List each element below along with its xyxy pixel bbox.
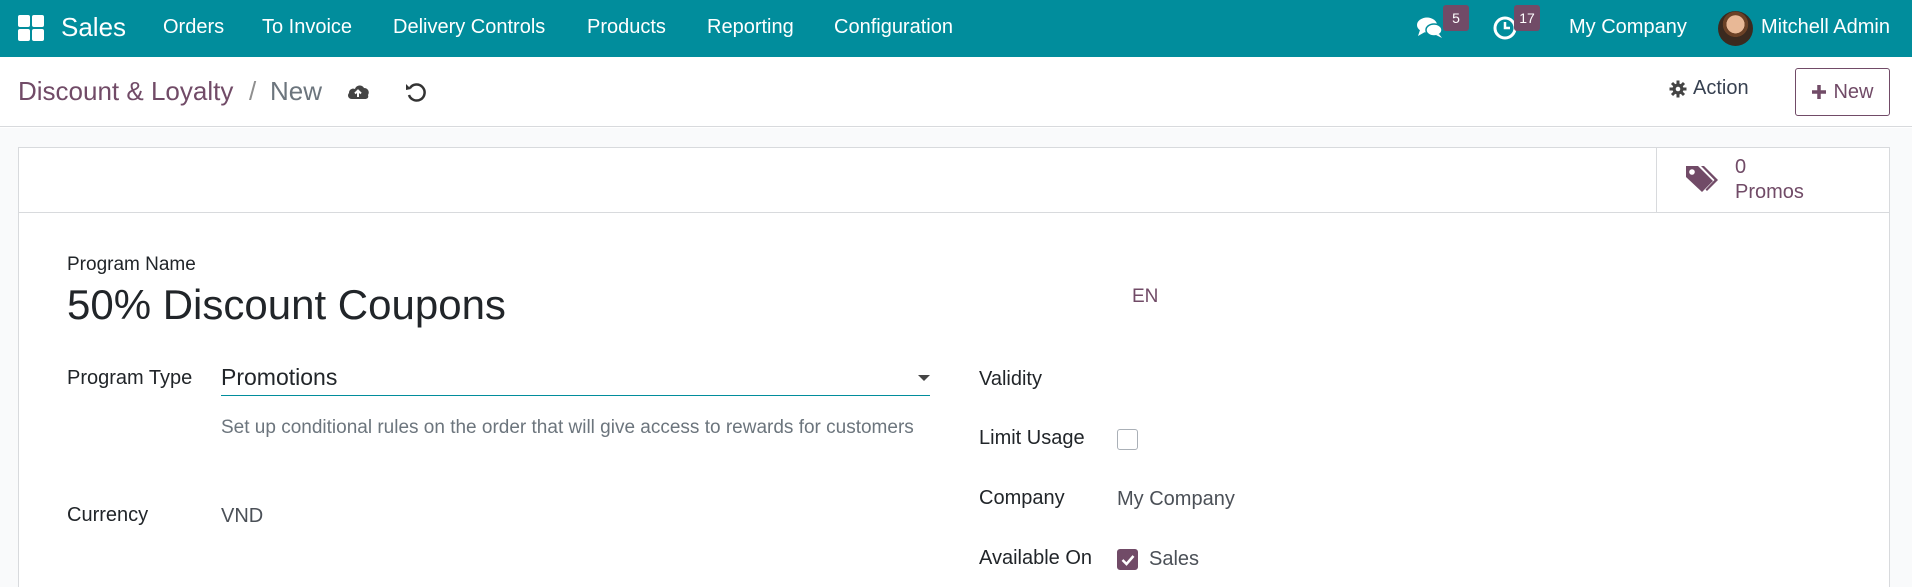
control-panel: Discount & Loyalty / New Action New	[0, 57, 1912, 127]
program-type-value: Promotions	[221, 364, 338, 390]
program-type-label: Program Type	[67, 367, 193, 389]
program-type-select[interactable]: Promotions	[221, 360, 930, 396]
messages-icon[interactable]	[1415, 13, 1445, 43]
menu-configuration[interactable]: Configuration	[834, 16, 953, 39]
company-value[interactable]: My Company	[1117, 488, 1235, 511]
limit-usage-checkbox[interactable]	[1117, 429, 1138, 450]
user-menu[interactable]: Mitchell Admin	[1761, 16, 1890, 39]
activities-badge: 17	[1514, 5, 1540, 31]
breadcrumb-current: New	[270, 76, 323, 106]
currency-value[interactable]: VND	[221, 505, 263, 528]
discard-undo-icon[interactable]	[403, 79, 429, 105]
new-button[interactable]: New	[1795, 68, 1890, 116]
gear-icon	[1669, 80, 1687, 97]
form-sheet: 0 Promos Program Name 50% Discount Coupo…	[18, 147, 1890, 587]
program-type-help: Set up conditional rules on the order th…	[221, 417, 914, 438]
menu-reporting[interactable]: Reporting	[707, 16, 794, 39]
save-cloud-icon[interactable]	[345, 79, 371, 105]
plus-icon	[1812, 85, 1827, 99]
validity-label: Validity	[979, 368, 1042, 390]
company-switcher[interactable]: My Company	[1569, 16, 1687, 39]
available-on-sales-label[interactable]: Sales	[1149, 548, 1199, 571]
menu-orders[interactable]: Orders	[163, 16, 224, 39]
limit-usage-label: Limit Usage	[979, 427, 1085, 449]
action-button[interactable]: Action	[1669, 77, 1749, 100]
menu-products[interactable]: Products	[587, 16, 666, 39]
caret-down-icon	[918, 375, 930, 381]
app-name[interactable]: Sales	[61, 12, 126, 43]
program-name-input[interactable]: 50% Discount Coupons	[67, 281, 506, 329]
menu-delivery-controls[interactable]: Delivery Controls	[393, 16, 545, 39]
checkmark-icon	[1121, 555, 1135, 566]
top-navbar: Sales Orders To Invoice Delivery Control…	[0, 0, 1912, 57]
menu-to-invoice[interactable]: To Invoice	[262, 16, 352, 39]
available-on-sales-checkbox[interactable]	[1117, 549, 1138, 570]
available-on-label: Available On	[979, 547, 1093, 569]
button-box: 0 Promos	[19, 148, 1889, 213]
promos-stat-button[interactable]: 0 Promos	[1656, 148, 1889, 212]
new-label: New	[1833, 80, 1874, 103]
breadcrumb-separator: /	[249, 76, 257, 106]
promos-label: Promos	[1735, 181, 1804, 203]
currency-label: Currency	[67, 504, 149, 526]
tags-icon	[1686, 166, 1718, 192]
company-label: Company	[979, 487, 1065, 509]
language-button[interactable]: EN	[1132, 286, 1158, 308]
promos-count: 0	[1735, 156, 1747, 178]
action-label: Action	[1693, 77, 1749, 99]
apps-menu-icon[interactable]	[18, 15, 44, 41]
messages-badge: 5	[1443, 5, 1469, 31]
breadcrumb-parent[interactable]: Discount & Loyalty	[18, 76, 233, 107]
program-name-label: Program Name	[67, 254, 196, 275]
form-view: 0 Promos Program Name 50% Discount Coupo…	[0, 128, 1912, 587]
user-avatar[interactable]	[1718, 11, 1753, 46]
